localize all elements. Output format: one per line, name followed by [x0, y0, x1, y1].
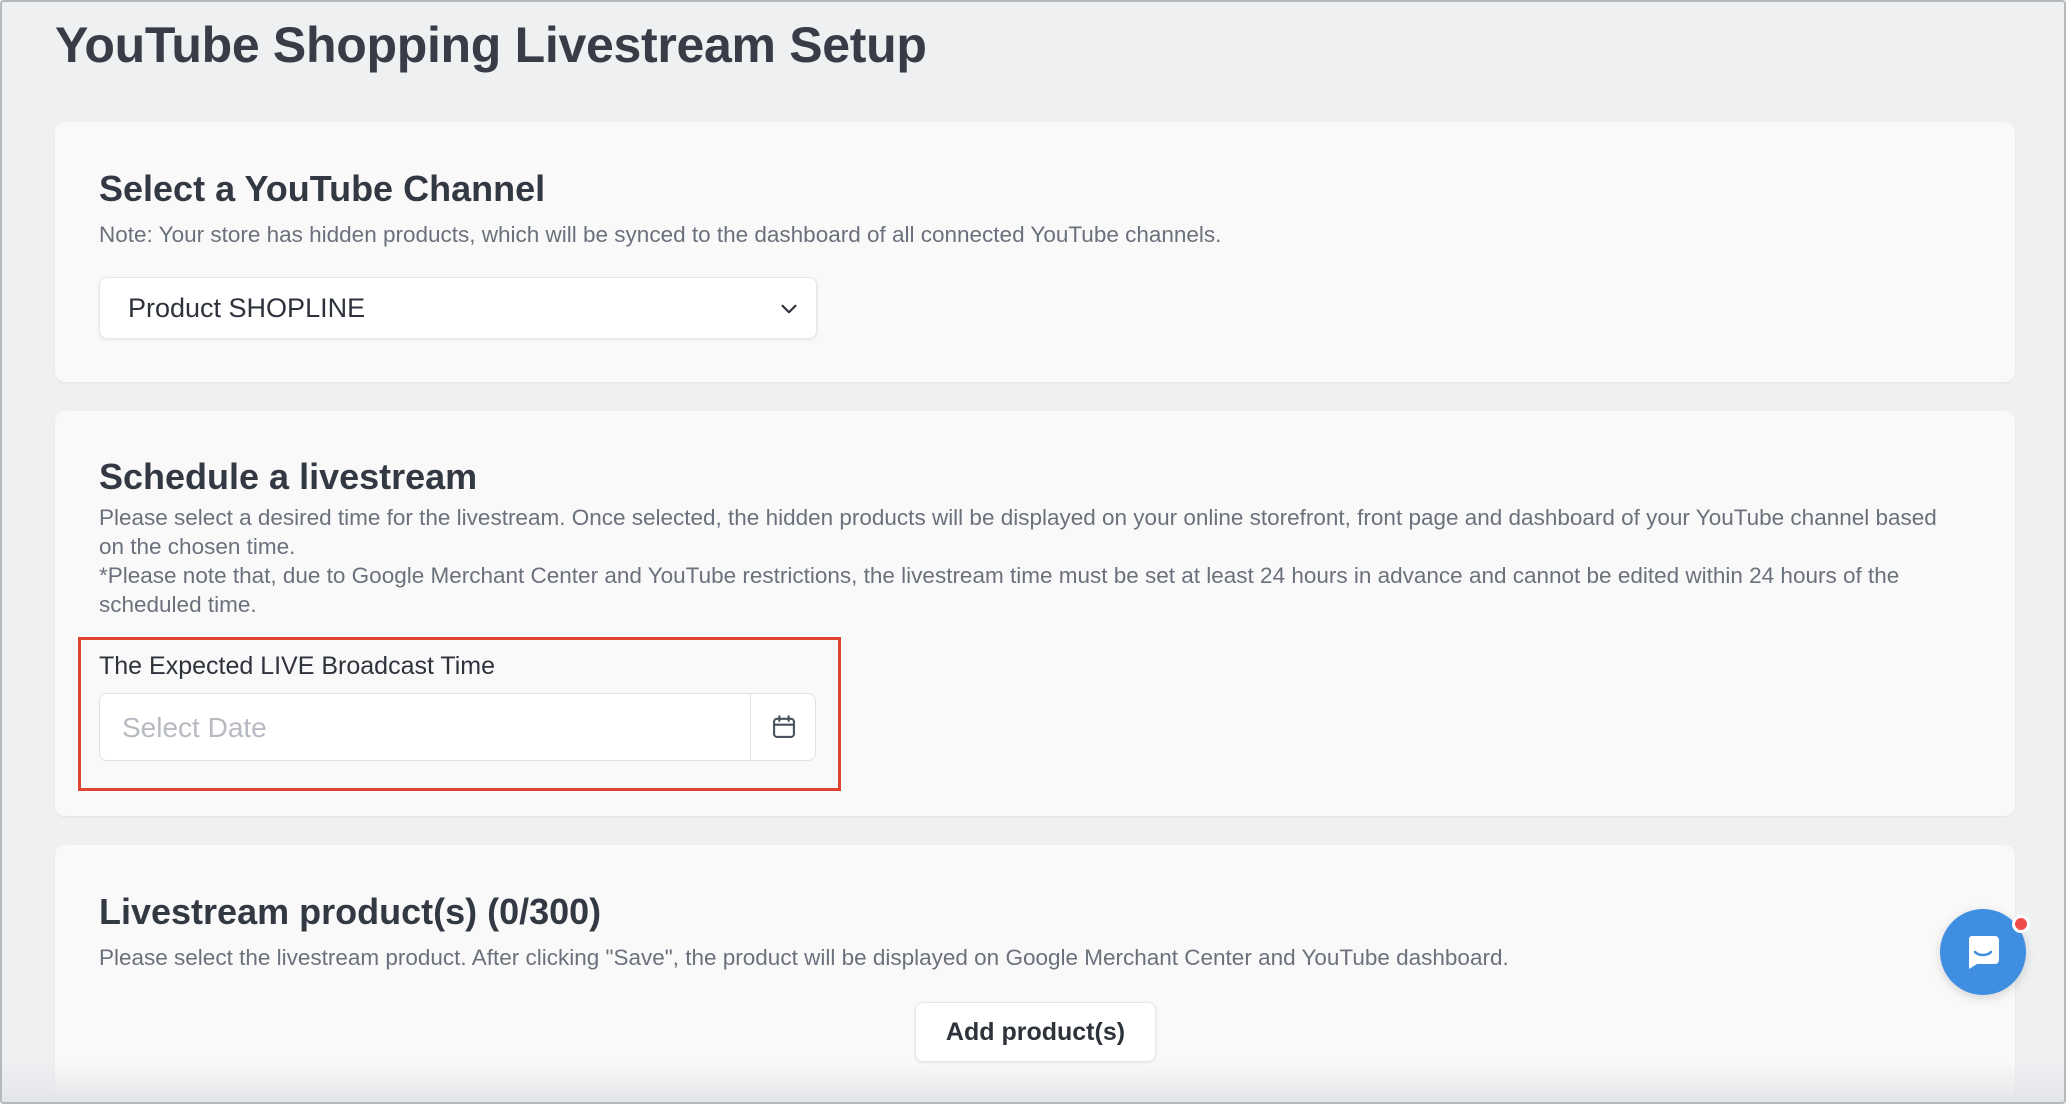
channel-select[interactable]: Product SHOPLINE: [99, 277, 817, 339]
broadcast-date-input[interactable]: Select Date: [99, 693, 816, 761]
channel-select-value: Product SHOPLINE: [128, 293, 366, 323]
date-placeholder: Select Date: [122, 712, 267, 743]
schedule-section-title: Schedule a livestream: [99, 456, 478, 497]
app-frame: YouTube Shopping Livestream Setup Select…: [0, 0, 2066, 1104]
products-section-title: Livestream product(s) (0/300): [99, 891, 602, 932]
schedule-description: Please select a desired time for the liv…: [99, 503, 1955, 619]
chat-icon: [1968, 936, 1999, 969]
calendar-icon: [773, 715, 795, 738]
notification-dot: [2012, 915, 2030, 933]
schedule-description-line-2: *Please note that, due to Google Merchan…: [99, 563, 1900, 617]
add-products-button[interactable]: Add product(s): [915, 1002, 1156, 1062]
products-card: Livestream product(s) (0/300) Please sel…: [55, 845, 2015, 1102]
products-description: Please select the livestream product. Af…: [99, 945, 1509, 970]
schedule-card: Schedule a livestream Please select a de…: [55, 411, 2015, 816]
channel-card: Select a YouTube Channel Note: Your stor…: [55, 122, 2015, 382]
channel-note: Note: Your store has hidden products, wh…: [99, 222, 1222, 247]
page-title: YouTube Shopping Livestream Setup: [55, 17, 927, 73]
calendar-button[interactable]: [750, 694, 815, 760]
channel-section-title: Select a YouTube Channel: [99, 168, 546, 209]
chevron-down-icon: [781, 304, 797, 314]
schedule-description-line-1: Please select a desired time for the liv…: [99, 505, 1937, 559]
broadcast-time-label: The Expected LIVE Broadcast Time: [99, 652, 496, 680]
